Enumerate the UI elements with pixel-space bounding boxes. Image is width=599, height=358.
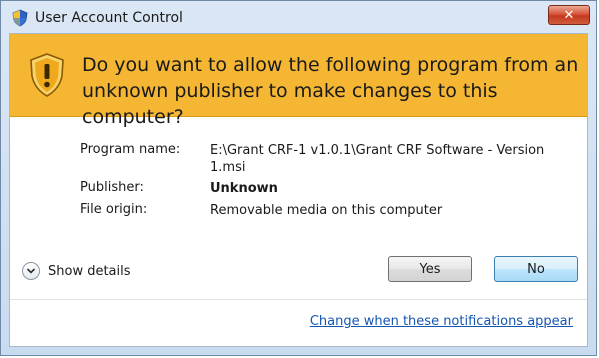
show-details-toggle[interactable]: Show details xyxy=(22,262,131,280)
close-button[interactable]: ✕ xyxy=(548,5,590,25)
title-bar[interactable]: User Account Control ✕ xyxy=(1,1,596,33)
show-details-label: Show details xyxy=(48,263,131,279)
file-origin-value: Removable media on this computer xyxy=(210,203,443,218)
dialog-client-area: Do you want to allow the following progr… xyxy=(9,33,588,347)
yes-button[interactable]: Yes xyxy=(388,256,472,282)
change-notifications-link[interactable]: Change when these notifications appear xyxy=(310,314,573,329)
warning-shield-icon xyxy=(28,52,66,98)
program-details: Program name: E:\Grant CRF-1 v1.0.1\Gran… xyxy=(10,116,587,226)
file-origin-label: File origin: xyxy=(80,202,148,217)
warning-banner: Do you want to allow the following progr… xyxy=(10,34,587,128)
uac-dialog-window: User Account Control ✕ Do you want to al… xyxy=(0,0,597,356)
program-name-value: E:\Grant CRF-1 v1.0.1\Grant CRF Software… xyxy=(210,143,545,175)
yes-button-label: Yes xyxy=(419,261,441,277)
no-button-label: No xyxy=(527,261,545,277)
publisher-label: Publisher: xyxy=(80,180,144,195)
no-button[interactable]: No xyxy=(494,256,578,282)
uac-shield-icon xyxy=(11,9,29,27)
chevron-down-icon xyxy=(22,262,40,280)
program-name-label: Program name: xyxy=(80,142,181,157)
dialog-footer: Change when these notifications appear xyxy=(10,299,587,346)
close-icon: ✕ xyxy=(563,7,575,23)
window-title: User Account Control xyxy=(35,10,183,26)
publisher-value: Unknown xyxy=(210,181,278,196)
